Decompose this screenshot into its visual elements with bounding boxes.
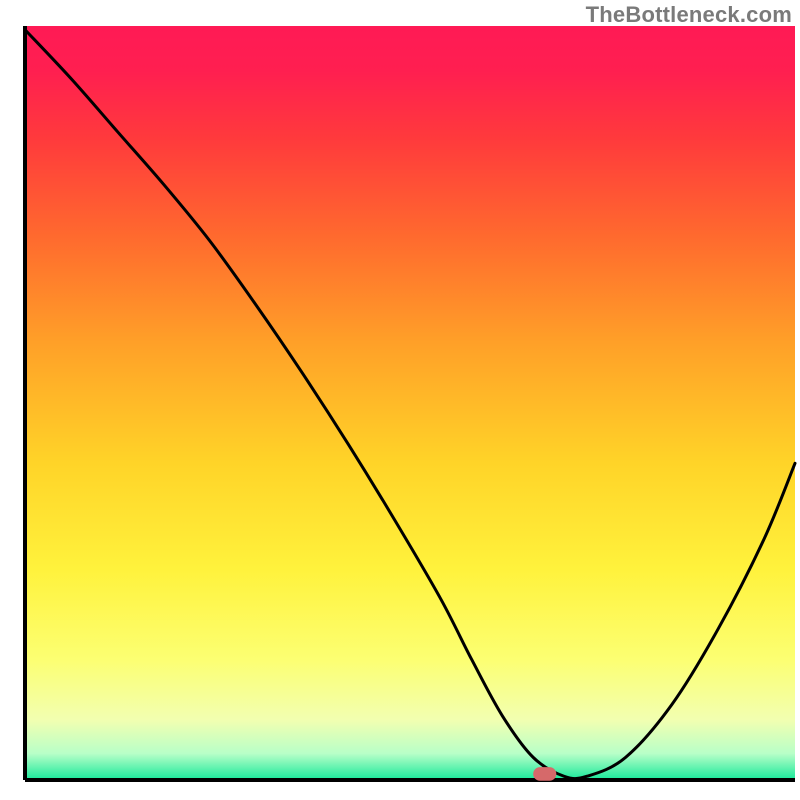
chart-container: TheBottleneck.com	[0, 0, 800, 800]
gradient-background	[25, 26, 795, 780]
bottleneck-chart	[0, 0, 800, 800]
optimal-marker	[533, 767, 556, 781]
watermark-text: TheBottleneck.com	[586, 2, 792, 28]
